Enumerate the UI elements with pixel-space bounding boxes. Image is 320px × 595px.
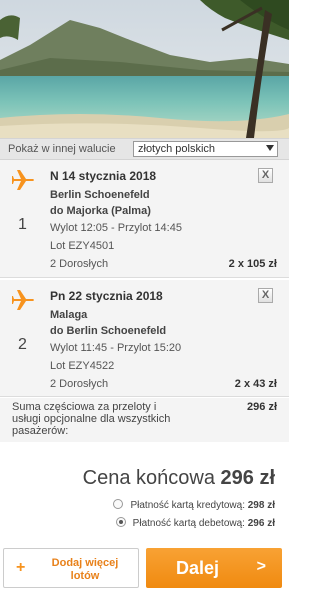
flight-times: Wylot 12:05 - Przylot 14:45 [50, 222, 182, 234]
radio-button[interactable] [113, 499, 124, 509]
flight-date: Pn 22 stycznia 2018 [50, 289, 163, 303]
plus-icon: + [16, 559, 26, 576]
subtotal-panel: Suma częściowa za przeloty i usługi opcj… [0, 398, 289, 442]
payment-option-debit[interactable]: Płatność kartą debetową: 296 zł [115, 517, 275, 529]
flight-destination: do Berlin Schoenefeld [50, 325, 167, 337]
add-more-flights-label: Dodaj więcej lotów [51, 557, 119, 582]
currency-bar: Pokaż w innej walucie złotych polskich [0, 138, 289, 160]
flight-passengers: 2 Dorosłych [50, 378, 109, 390]
flight-price: 2 x 43 zł [234, 378, 277, 390]
flight-origin: Malaga [50, 309, 88, 321]
flight-origin: Berlin Schoenefeld [50, 189, 150, 201]
payment-option-value: 296 zł [247, 518, 275, 529]
plane-icon [12, 290, 34, 310]
payment-option-label: Płatność kartą debetową: [132, 518, 245, 529]
segment-number: 2 [18, 336, 27, 353]
next-button-label: Dalej [176, 558, 220, 578]
flight-times: Wylot 11:45 - Przylot 15:20 [50, 342, 182, 354]
close-icon: X [261, 289, 270, 301]
next-button[interactable]: Dalej > [146, 548, 282, 588]
flight-passengers: 2 Dorosłych [50, 258, 109, 270]
flight-segment: 1 N 14 stycznia 2018 Berlin Schoenefeld … [0, 160, 289, 278]
add-more-flights-button[interactable]: + Dodaj więcej lotów [3, 548, 139, 588]
payment-option-value: 298 zł [247, 500, 275, 511]
flight-price: 2 x 105 zł [228, 258, 277, 270]
payment-option-label: Płatność kartą kredytową: [130, 500, 245, 511]
subtotal-label: Suma częściowa za przeloty i usługi opcj… [12, 401, 171, 437]
chevron-right-icon: > [256, 558, 266, 575]
beach-landscape-image [0, 0, 289, 138]
currency-select[interactable]: złotych polskich [133, 141, 278, 157]
flight-code: Lot EZY4501 [50, 240, 115, 252]
flight-date: N 14 stycznia 2018 [50, 169, 157, 183]
remove-flight-button[interactable]: X [258, 288, 273, 303]
flight-segment: 2 Pn 22 stycznia 2018 Malaga do Berlin S… [0, 279, 289, 397]
segment-number: 1 [18, 216, 27, 233]
remove-flight-button[interactable]: X [258, 168, 273, 183]
close-icon: X [261, 169, 270, 181]
chevron-down-icon [266, 145, 274, 151]
currency-label: Pokaż w innej walucie [8, 143, 116, 155]
subtotal-value: 296 zł [247, 401, 277, 413]
total-price: Cena końcowa 296 zł [83, 467, 275, 490]
plane-icon [12, 170, 34, 190]
radio-button-selected[interactable] [115, 517, 126, 527]
total-amount: 296 zł [220, 467, 275, 489]
total-label: Cena końcowa [82, 467, 215, 489]
currency-selected-value: złotych polskich [138, 143, 216, 155]
destination-photo [0, 0, 289, 138]
flight-code: Lot EZY4522 [50, 360, 115, 372]
flight-destination: do Majorka (Palma) [50, 205, 151, 217]
payment-option-credit[interactable]: Płatność kartą kredytową: 298 zł [113, 499, 275, 511]
